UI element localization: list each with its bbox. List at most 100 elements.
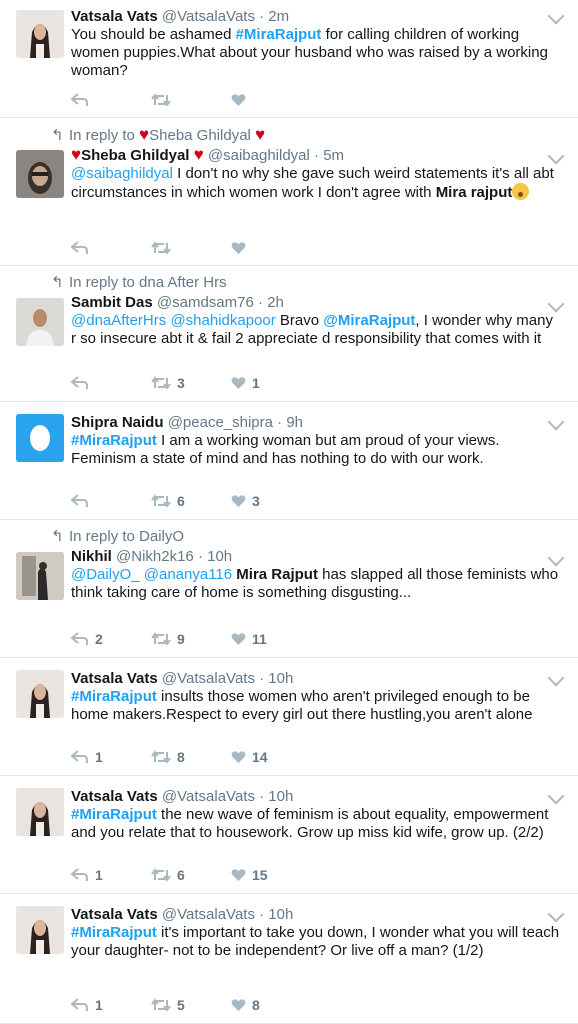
- retweet-button[interactable]: 5: [151, 997, 231, 1013]
- heart-emoji-icon: ♥: [71, 145, 82, 164]
- avatar[interactable]: [16, 788, 64, 836]
- author-name[interactable]: Vatsala Vats: [71, 8, 158, 25]
- mention-link[interactable]: @ananya116: [144, 566, 232, 583]
- tweet[interactable]: Vatsala Vats @VatsalaVats · 10h #MiraRaj…: [0, 658, 578, 776]
- reply-button[interactable]: [71, 494, 151, 508]
- reply-button[interactable]: 1: [71, 749, 151, 765]
- tweet[interactable]: Vatsala Vats @VatsalaVats · 10h #MiraRaj…: [0, 776, 578, 894]
- like-button[interactable]: [231, 241, 291, 255]
- tweet[interactable]: ↰ In reply to ♥Sheba Ghildyal ♥ ♥Sheba Gh…: [0, 118, 578, 266]
- author-handle[interactable]: @VatsalaVats: [162, 906, 255, 923]
- tweet-text: @DailyO_ @ananya116 Mira Rajput has slap…: [71, 566, 559, 601]
- like-button[interactable]: [231, 93, 291, 107]
- tweet[interactable]: Vatsala Vats @VatsalaVats · 2m You shoul…: [0, 0, 578, 118]
- avatar[interactable]: [16, 150, 64, 198]
- avatar[interactable]: [16, 10, 64, 58]
- tweet-actions: [71, 93, 291, 107]
- timestamp[interactable]: 10h: [268, 670, 293, 687]
- author-name[interactable]: Vatsala Vats: [71, 906, 158, 923]
- author-name[interactable]: Sheba Ghildyal: [81, 147, 189, 164]
- mention-link[interactable]: @MiraRajput: [323, 312, 415, 329]
- author-name[interactable]: Vatsala Vats: [71, 788, 158, 805]
- reply-button[interactable]: 2: [71, 631, 151, 647]
- author-name[interactable]: Sambit Das: [71, 294, 153, 311]
- avatar[interactable]: [16, 670, 64, 718]
- retweet-button[interactable]: 8: [151, 749, 231, 765]
- timestamp[interactable]: 9h: [286, 414, 303, 431]
- like-button[interactable]: 11: [231, 631, 291, 647]
- reply-button[interactable]: 1: [71, 997, 151, 1013]
- timestamp[interactable]: 5m: [323, 147, 344, 164]
- avatar[interactable]: [16, 414, 64, 462]
- timestamp[interactable]: 10h: [268, 788, 293, 805]
- timestamp[interactable]: 10h: [268, 906, 293, 923]
- hashtag-link[interactable]: #MiraRajput: [71, 688, 157, 705]
- reply-count: 1: [95, 997, 103, 1013]
- tweet[interactable]: Shipra Naidu @peace_shipra · 9h #MiraRaj…: [0, 402, 578, 520]
- reply-context[interactable]: ↰ In reply to DailyO: [51, 526, 566, 548]
- retweet-button[interactable]: [151, 93, 231, 107]
- hashtag-link[interactable]: #MiraRajput: [236, 26, 322, 43]
- retweet-button[interactable]: [151, 241, 231, 255]
- retweet-button[interactable]: 6: [151, 493, 231, 509]
- author-handle[interactable]: @VatsalaVats: [162, 788, 255, 805]
- tweet-text: #MiraRajput the new wave of feminism is …: [71, 806, 549, 841]
- tweet-actions: 1 6 15: [71, 867, 291, 883]
- retweet-icon: [151, 868, 171, 882]
- avatar[interactable]: [16, 298, 64, 346]
- timestamp[interactable]: 2m: [268, 8, 289, 25]
- tweet-text: #MiraRajput insults those women who aren…: [71, 688, 533, 723]
- author-handle[interactable]: @VatsalaVats: [162, 670, 255, 687]
- heart-icon: [231, 999, 246, 1011]
- mention-link[interactable]: @saibaghildyal: [71, 165, 173, 182]
- tweet-actions: 1 5 8: [71, 997, 291, 1013]
- author-handle[interactable]: @VatsalaVats: [162, 8, 255, 25]
- hashtag-link[interactable]: #MiraRajput: [71, 806, 157, 823]
- mention-link[interactable]: @shahidkapoor: [170, 312, 275, 329]
- author-name[interactable]: Shipra Naidu: [71, 414, 164, 431]
- retweet-icon: [151, 750, 171, 764]
- reply-button[interactable]: 1: [71, 867, 151, 883]
- author-handle[interactable]: @samdsam76: [157, 294, 254, 311]
- author-handle[interactable]: @peace_shipra: [168, 414, 273, 431]
- reply-context[interactable]: ↰ In reply to dna After Hrs: [51, 272, 566, 294]
- retweet-button[interactable]: 3: [151, 375, 231, 391]
- timestamp[interactable]: 2h: [267, 294, 284, 311]
- reply-context[interactable]: ↰ In reply to ♥Sheba Ghildyal ♥: [51, 124, 566, 146]
- reply-button[interactable]: [71, 93, 151, 107]
- tweet-actions: 3 1: [71, 375, 291, 391]
- reply-icon: [71, 632, 88, 645]
- reply-icon: [71, 998, 88, 1011]
- reply-button[interactable]: [71, 376, 151, 390]
- author-handle[interactable]: @Nikh2k16: [116, 548, 194, 565]
- timestamp[interactable]: 10h: [207, 548, 232, 565]
- reply-icon: [71, 750, 88, 763]
- hashtag-link[interactable]: #MiraRajput: [71, 924, 157, 941]
- retweet-button[interactable]: 9: [151, 631, 231, 647]
- tweet[interactable]: ↰ In reply to DailyO Nikhil @Nikh2k16 · 1…: [0, 520, 578, 658]
- avatar[interactable]: [16, 906, 64, 954]
- author-name[interactable]: Nikhil: [71, 548, 112, 565]
- hashtag-link[interactable]: #MiraRajput: [71, 432, 157, 449]
- mention-link[interactable]: @DailyO_: [71, 566, 140, 583]
- mention-link[interactable]: @dnaAfterHrs: [71, 312, 166, 329]
- like-button[interactable]: 3: [231, 493, 291, 509]
- heart-icon: [231, 751, 246, 763]
- retweet-icon: [151, 241, 171, 255]
- like-button[interactable]: 15: [231, 867, 291, 883]
- retweet-button[interactable]: 6: [151, 867, 231, 883]
- reply-button[interactable]: [71, 241, 151, 255]
- avatar[interactable]: [16, 552, 64, 600]
- tweet-text: You should be ashamed #MiraRajput for ca…: [71, 26, 548, 79]
- like-button[interactable]: 14: [231, 749, 291, 765]
- tweet[interactable]: Vatsala Vats @VatsalaVats · 10h #MiraRaj…: [0, 894, 578, 1024]
- reply-icon: ↰: [51, 528, 64, 545]
- heart-icon: [231, 242, 246, 254]
- tweet[interactable]: ↰ In reply to dna After Hrs Sambit Das @s…: [0, 266, 578, 402]
- heart-emoji-icon: ♥: [255, 125, 266, 144]
- author-handle[interactable]: @saibaghildyal: [208, 147, 310, 164]
- like-button[interactable]: 1: [231, 375, 291, 391]
- like-button[interactable]: 8: [231, 997, 291, 1013]
- heart-icon: [231, 869, 246, 881]
- author-name[interactable]: Vatsala Vats: [71, 670, 158, 687]
